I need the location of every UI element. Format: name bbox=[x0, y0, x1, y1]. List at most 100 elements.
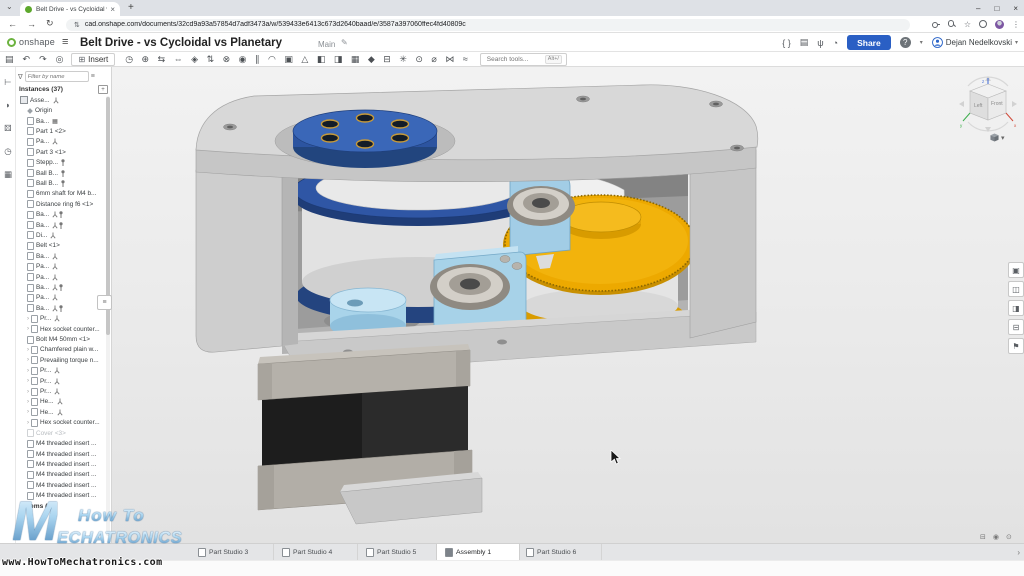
help-icon[interactable]: ? bbox=[899, 37, 911, 48]
extensions-icon[interactable] bbox=[979, 20, 987, 28]
tree-item[interactable]: › Hex socket counter... bbox=[18, 418, 111, 428]
ball-mate-icon[interactable]: ◉ bbox=[239, 54, 247, 65]
featurescript-icon[interactable]: { } bbox=[782, 37, 791, 48]
tree-item[interactable]: Belt <1> bbox=[18, 241, 111, 251]
tree-item[interactable]: Ba... bbox=[18, 209, 111, 219]
tree-item[interactable]: › Hex socket counter... bbox=[18, 324, 111, 334]
tree-item[interactable]: Part 1 <2> bbox=[18, 126, 111, 136]
tree-item[interactable]: Cover <3> bbox=[18, 428, 111, 438]
instances-panel-icon[interactable]: ⊢ bbox=[0, 74, 16, 90]
animate-icon[interactable]: ⋈ bbox=[445, 54, 454, 65]
group-icon[interactable]: ▣ bbox=[284, 54, 293, 65]
fastened-mate-icon[interactable]: ⊕ bbox=[142, 54, 150, 65]
revolute-mate-icon[interactable]: ⇆ bbox=[158, 54, 166, 65]
camera-icon[interactable]: ◉ bbox=[993, 533, 999, 541]
tree-item[interactable]: Ba... bbox=[18, 220, 111, 230]
parallel-mate-icon[interactable]: ∥ bbox=[255, 54, 260, 65]
chevron-right-icon[interactable]: › bbox=[27, 378, 29, 384]
chevron-right-icon[interactable]: › bbox=[27, 326, 29, 332]
share-button[interactable]: Share bbox=[847, 35, 891, 50]
cylindrical-mate-icon[interactable]: ⇅ bbox=[207, 54, 215, 65]
tree-item[interactable]: › Pr... bbox=[18, 314, 111, 324]
document-panel-icon[interactable]: ▤ bbox=[800, 37, 809, 48]
chevron-right-icon[interactable]: › bbox=[27, 368, 29, 374]
viewcube-left-face[interactable]: Left bbox=[974, 103, 983, 109]
tree-item[interactable]: Ba... bbox=[18, 251, 111, 261]
edit-title-icon[interactable]: ✎ bbox=[341, 38, 348, 47]
tree-item[interactable]: Ball B... bbox=[18, 178, 111, 188]
undo-icon[interactable]: ↶ bbox=[23, 54, 31, 65]
tangent-mate-icon[interactable]: ◠ bbox=[268, 54, 276, 65]
bookmark-star-icon[interactable]: ☆ bbox=[964, 20, 971, 29]
lock-icon[interactable]: ⊙ bbox=[1006, 533, 1012, 541]
view-menu[interactable]: ▾ bbox=[990, 133, 1005, 142]
chevron-right-icon[interactable]: › bbox=[27, 357, 29, 363]
document-tab-part-studio-4[interactable]: Part Studio 4 bbox=[274, 544, 358, 561]
circular-pattern-icon[interactable]: ◨ bbox=[334, 54, 343, 65]
tree-item[interactable]: Pa... bbox=[18, 137, 111, 147]
hamburger-menu-icon[interactable]: ≡ bbox=[62, 36, 68, 48]
3d-viewport[interactable]: Left Front z y x ▾ ▣ ◫ ◨ ⊟ ⚑ ⊟ ◉ ⊙ bbox=[112, 67, 1024, 543]
print-icon[interactable]: ⊟ bbox=[980, 533, 986, 541]
tree-item[interactable]: Pa... bbox=[18, 262, 111, 272]
back-icon[interactable]: ← bbox=[8, 18, 17, 29]
tree-item[interactable]: M4 threaded insert ... bbox=[18, 449, 111, 459]
replicate-icon[interactable]: ◆ bbox=[368, 54, 375, 65]
tree-item[interactable]: Ball B... bbox=[18, 168, 111, 178]
explode-view-icon[interactable]: ✳ bbox=[399, 54, 407, 65]
tree-item[interactable]: Asse... bbox=[18, 95, 111, 105]
mate-connector-icon[interactable]: △ bbox=[301, 54, 308, 65]
chevron-right-icon[interactable]: › bbox=[27, 316, 29, 322]
tab-close-icon[interactable]: × bbox=[110, 5, 115, 14]
add-instance-icon[interactable]: + bbox=[98, 85, 108, 94]
profile-avatar[interactable] bbox=[995, 19, 1004, 29]
tree-item[interactable]: › Prevailing torque n... bbox=[18, 355, 111, 365]
site-settings-icon[interactable]: ⇅ bbox=[74, 21, 80, 29]
transparency-icon[interactable]: ◨ bbox=[1008, 300, 1024, 316]
chevron-right-icon[interactable]: › bbox=[27, 409, 29, 415]
chevron-right-icon[interactable]: › bbox=[27, 420, 29, 426]
search-tools-input[interactable] bbox=[484, 54, 541, 64]
named-positions-icon[interactable]: ⊙ bbox=[415, 54, 423, 65]
url-pill[interactable]: ⇅ cad.onshape.com/documents/32cd9a93a578… bbox=[66, 18, 910, 31]
linear-pattern-icon[interactable]: ◧ bbox=[317, 54, 326, 65]
tree-item[interactable]: › He... bbox=[18, 407, 111, 417]
tree-item[interactable]: Pa... bbox=[18, 272, 111, 282]
display-states-icon[interactable]: ≈ bbox=[463, 54, 468, 64]
tree-item[interactable]: Origin bbox=[18, 105, 111, 115]
tree-item[interactable]: › Chamfered plain w... bbox=[18, 345, 111, 355]
measure-icon[interactable]: ⌀ bbox=[431, 54, 436, 65]
learning-center-icon[interactable]: ◔ bbox=[833, 37, 838, 48]
tree-item[interactable]: Stepp... bbox=[18, 157, 111, 167]
named-views-icon[interactable]: ⚑ bbox=[1008, 338, 1024, 354]
tree-item[interactable]: M4 threaded insert ... bbox=[18, 490, 111, 500]
search-tools-box[interactable]: Alt+/ bbox=[479, 52, 567, 66]
viewcube-front-face[interactable]: Front bbox=[991, 101, 1003, 107]
chevron-right-icon[interactable]: › bbox=[27, 389, 29, 395]
panel-resize-handle[interactable]: ≡ bbox=[97, 295, 112, 310]
tab-scroll-icon[interactable]: › bbox=[1017, 548, 1020, 557]
tree-item[interactable]: Ba... ▦ bbox=[18, 116, 111, 126]
snap-mode-icon[interactable]: ⊟ bbox=[383, 54, 391, 65]
document-tab-part-studio-3[interactable]: Part Studio 3 bbox=[190, 544, 274, 561]
document-tab-part-studio-6[interactable]: Part Studio 6 bbox=[518, 544, 602, 561]
tab-search-icon[interactable]: ⌄ bbox=[6, 2, 13, 11]
tree-item[interactable]: › Pr... bbox=[18, 366, 111, 376]
tree-item[interactable]: M4 threaded insert ... bbox=[18, 459, 111, 469]
tree-item[interactable]: › Pr... bbox=[18, 386, 111, 396]
user-menu[interactable]: Dejan Nedelkovski ▾ bbox=[931, 37, 1018, 48]
reload-icon[interactable]: ↻ bbox=[46, 18, 54, 29]
configurations-panel-icon[interactable]: ⚄ bbox=[0, 120, 16, 136]
onshape-logo[interactable]: onshape bbox=[7, 37, 55, 47]
hidden-instances-icon[interactable]: ◫ bbox=[1008, 281, 1024, 297]
tree-item[interactable]: Ba... bbox=[18, 282, 111, 292]
filter-input[interactable] bbox=[24, 71, 89, 82]
tree-item[interactable]: Bolt M4 50mm <1> bbox=[18, 334, 111, 344]
versions-branch-icon[interactable]: ψ bbox=[817, 37, 823, 48]
chevron-right-icon[interactable]: › bbox=[27, 347, 29, 353]
tree-item[interactable]: Part 3 <1> bbox=[18, 147, 111, 157]
tree-item[interactable]: Distance ring f6 <1> bbox=[18, 199, 111, 209]
document-tab-assembly-1[interactable]: Assembly 1 bbox=[436, 544, 520, 561]
planar-mate-icon[interactable]: ◈ bbox=[191, 54, 198, 65]
tree-item[interactable]: › He... bbox=[18, 397, 111, 407]
